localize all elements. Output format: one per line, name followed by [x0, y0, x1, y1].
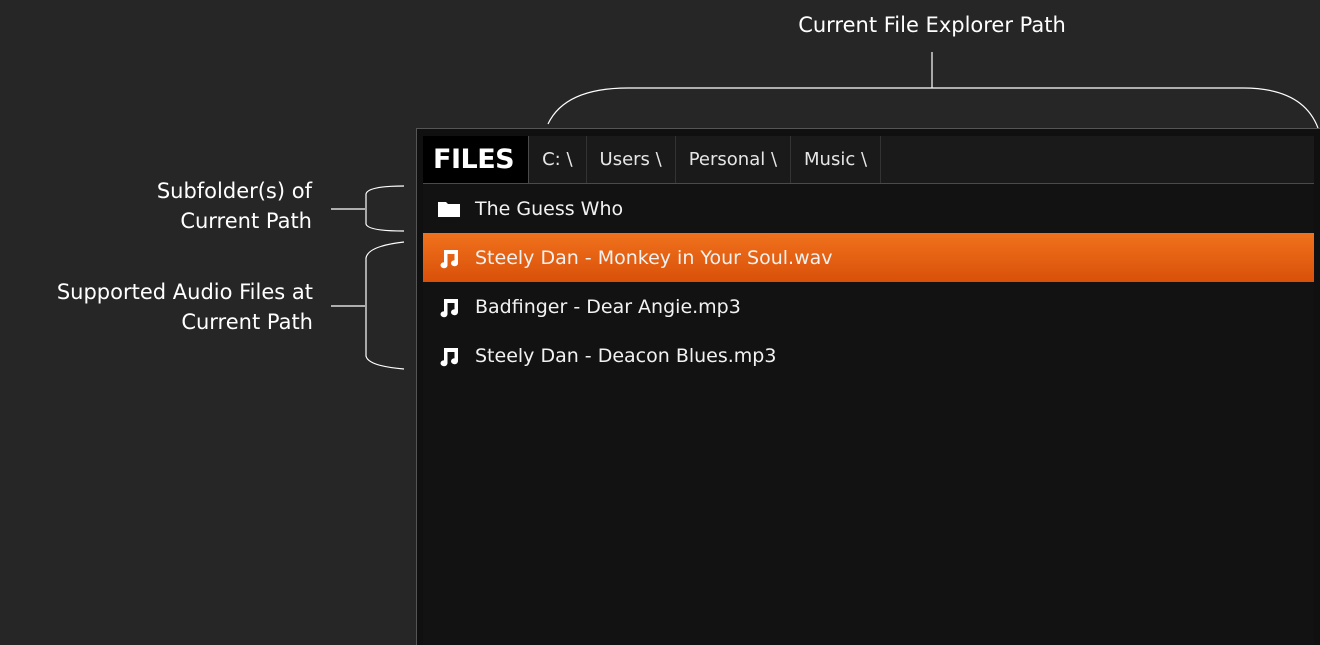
- breadcrumb-users[interactable]: Users \: [587, 136, 676, 183]
- breadcrumb-drive[interactable]: C: \: [529, 136, 587, 183]
- file-name: Steely Dan - Deacon Blues.mp3: [475, 344, 777, 367]
- audio-file-item[interactable]: Steely Dan - Deacon Blues.mp3: [423, 331, 1314, 380]
- file-explorer-panel: FILES C: \ Users \ Personal \ Music \ Th…: [416, 128, 1320, 645]
- music-note-icon: [440, 298, 459, 317]
- audio-brace: [365, 241, 405, 370]
- audio-annotation-line2: Current Path: [181, 310, 313, 334]
- music-note-icon: [440, 249, 459, 268]
- folder-icon: [438, 201, 460, 217]
- subfolder-brace: [365, 185, 405, 232]
- file-name: Steely Dan - Monkey in Your Soul.wav: [475, 246, 833, 269]
- subfolder-annotation-line1: Subfolder(s) of: [156, 179, 312, 203]
- file-explorer-body: FILES C: \ Users \ Personal \ Music \ Th…: [423, 136, 1314, 645]
- subfolder-annotation-label: Subfolder(s) of Current Path: [60, 176, 312, 236]
- folder-item-the-guess-who[interactable]: The Guess Who: [423, 184, 1314, 233]
- audio-annotation-line1: Supported Audio Files at: [56, 280, 313, 304]
- breadcrumb-personal[interactable]: Personal \: [676, 136, 792, 183]
- audio-file-item[interactable]: Badfinger - Dear Angie.mp3: [423, 282, 1314, 331]
- path-brace: [547, 87, 1319, 129]
- path-bar: FILES C: \ Users \ Personal \ Music \: [423, 136, 1314, 184]
- breadcrumb-music[interactable]: Music \: [791, 136, 882, 183]
- music-note-icon: [440, 347, 459, 366]
- path-annotation-label: Current File Explorer Path: [798, 13, 1066, 37]
- audio-file-item-selected[interactable]: Steely Dan - Monkey in Your Soul.wav: [423, 233, 1314, 282]
- file-list: The Guess Who Steely Dan - Monkey in You…: [423, 184, 1314, 380]
- file-name: The Guess Who: [475, 197, 624, 220]
- panel-title: FILES: [423, 136, 530, 183]
- file-name: Badfinger - Dear Angie.mp3: [475, 295, 741, 318]
- audio-annotation-label: Supported Audio Files at Current Path: [0, 277, 313, 337]
- subfolder-annotation-line2: Current Path: [180, 209, 312, 233]
